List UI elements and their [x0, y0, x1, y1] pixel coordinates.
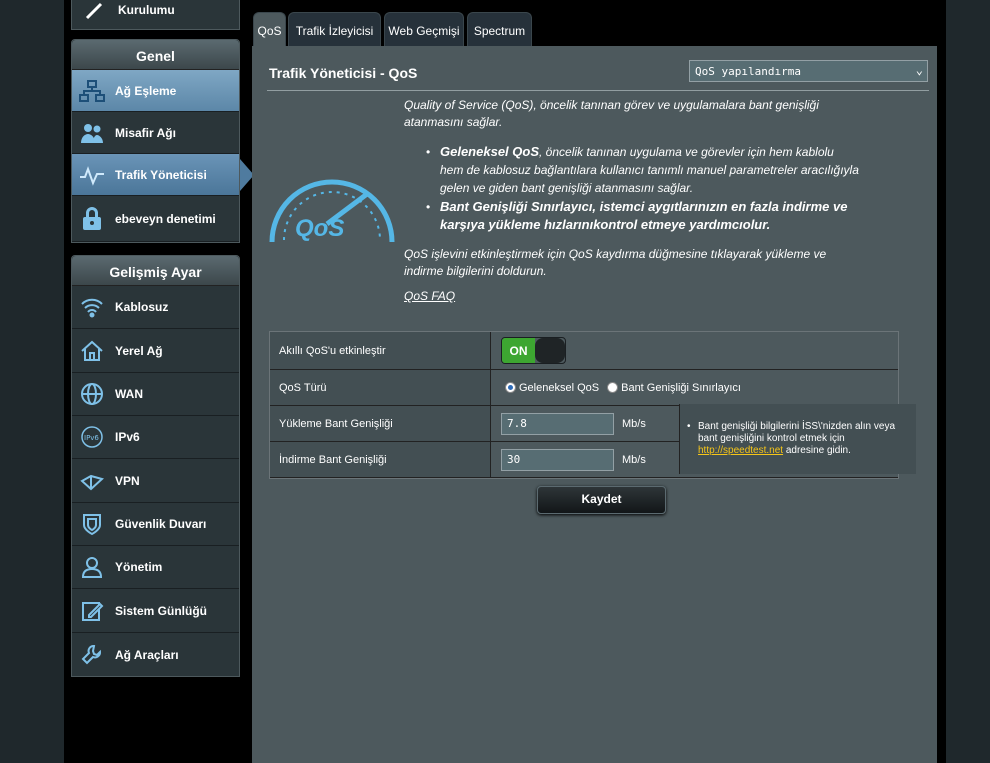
sidebar-item-quick-setup[interactable]: Kurulumu: [72, 0, 239, 29]
upload-unit: Mb/s: [622, 417, 646, 430]
radio-label: Geleneksel QoS: [519, 381, 600, 394]
sidebar-item-administration[interactable]: Yönetim: [72, 546, 239, 589]
qos-mode-select-value: QoS yapılandırma: [695, 65, 801, 78]
table-row: QoS Türü Geleneksel QoS Bant Genişliği S…: [270, 370, 898, 406]
sidebar-item-label: VPN: [115, 473, 140, 488]
bullet-dot: •: [426, 145, 431, 159]
note-before: Bant genişliği bilgilerini İSS\'nizden a…: [698, 421, 896, 444]
upload-bandwidth-input[interactable]: 7.8: [501, 412, 614, 435]
toggle-state: ON: [502, 338, 535, 363]
sidebar-item-label: Misafir Ağı: [115, 125, 176, 140]
download-bandwidth-input[interactable]: 30: [501, 448, 614, 471]
user-icon: [79, 554, 105, 580]
speedtest-link[interactable]: http://speedtest.net: [698, 445, 783, 456]
svg-text:IPv6: IPv6: [84, 434, 99, 442]
sidebar-item-system-log[interactable]: Sistem Günlüğü: [72, 589, 239, 633]
general-menu: Genel Ağ Eşleme Misafir Ağı Trafik Yönet…: [71, 39, 254, 243]
radio-traditional-qos[interactable]: Geleneksel QoS: [505, 382, 599, 394]
sidebar-item-label: Yerel Ağ: [115, 343, 163, 358]
enable-qos-label: Akıllı QoS'u etkinleştir: [270, 332, 491, 369]
qos-mode-select[interactable]: QoS yapılandırma ⌄: [689, 60, 928, 82]
sidebar-item-label: Kablosuz: [115, 300, 169, 314]
sidebar-item-vpn[interactable]: VPN: [72, 459, 239, 503]
chevron-down-icon: ⌄: [915, 63, 923, 77]
table-row: Akıllı QoS'u etkinleştir ON: [270, 332, 898, 370]
sidebar-item-guest-network[interactable]: Misafir Ağı: [72, 112, 239, 154]
download-bandwidth-label: İndirme Bant Genişliği: [270, 442, 491, 477]
bullet-dot: •: [426, 200, 431, 214]
sidebar-item-ipv6[interactable]: IPv6 IPv6: [72, 416, 239, 459]
sidebar-item-network-tools[interactable]: Ağ Araçları: [72, 633, 239, 676]
radio-bandwidth-limiter[interactable]: Bant Genişliği Sınırlayıcı: [607, 382, 741, 394]
tab-web-history[interactable]: Web Geçmişi: [384, 12, 464, 46]
toggle-knob: [535, 338, 565, 363]
bandwidth-note: Bant genişliği bilgilerini İSS\'nizden a…: [679, 404, 916, 474]
qos-settings-table: Akıllı QoS'u etkinleştir ON QoS Türü Gel…: [269, 331, 916, 479]
sidebar-item-network-map[interactable]: Ağ Eşleme: [72, 70, 239, 112]
bullet-traditional-qos-title: Geleneksel QoS: [440, 144, 539, 159]
title-divider: [267, 90, 929, 91]
globe-icon: [79, 381, 105, 407]
bullet-bandwidth-limiter-text: Bant Genişliği Sınırlayıcı, istemci aygı…: [440, 199, 848, 232]
upload-bandwidth-label: Yükleme Bant Genişliği: [270, 406, 491, 441]
quick-setup-menu: Kurulumu: [71, 0, 240, 30]
network-map-icon: [79, 78, 105, 104]
sidebar-item-wireless[interactable]: Kablosuz: [72, 286, 239, 329]
enable-qos-cell: ON: [491, 332, 898, 369]
note-after: adresine gidin.: [783, 445, 851, 456]
log-icon: [79, 598, 105, 624]
download-unit: Mb/s: [622, 453, 646, 466]
bandwidth-note-text: Bant genişliği bilgilerini İSS\'nizden a…: [687, 421, 908, 457]
lock-icon: [79, 206, 105, 232]
bullet-traditional-qos: • Geleneksel QoS, öncelik tanınan uygulam…: [426, 143, 860, 197]
save-button[interactable]: Kaydet: [537, 486, 666, 514]
sidebar-item-label: WAN: [115, 387, 143, 401]
sidebar-item-wan[interactable]: WAN: [72, 373, 239, 416]
page-title: Trafik Yöneticisi - QoS: [269, 65, 418, 81]
tab-spectrum[interactable]: Spectrum: [467, 12, 532, 46]
sidebar-item-label: Sistem Günlüğü: [115, 603, 208, 618]
general-menu-header: Genel: [72, 40, 239, 70]
wand-icon: [82, 0, 108, 23]
qos-faq-link[interactable]: QoS FAQ: [404, 289, 455, 303]
qos-type-label: QoS Türü: [270, 370, 491, 405]
sidebar-item-label: Ağ Araçları: [115, 647, 179, 662]
sidebar-item-firewall[interactable]: Güvenlik Duvarı: [72, 503, 239, 546]
tab-traffic-monitor[interactable]: Trafik İzleyicisi: [288, 12, 381, 46]
tools-icon: [79, 642, 105, 668]
wifi-icon: [79, 294, 105, 320]
instructions-text: QoS işlevini etkinleştirmek için QoS kay…: [404, 247, 827, 278]
sidebar-item-label: Trafik Yöneticisi: [115, 167, 207, 182]
sidebar-item-label: Güvenlik Duvarı: [115, 517, 207, 531]
radio-button-selected: [505, 382, 516, 393]
shield-icon: [79, 511, 105, 537]
page-margin-right: [946, 0, 990, 763]
tab-qos[interactable]: QoS: [253, 12, 286, 46]
sidebar-item-parental-controls[interactable]: ebeveyn denetimi: [72, 196, 239, 242]
advanced-menu-header: Gelişmiş Ayar: [72, 256, 239, 286]
bullet-bandwidth-limiter: • Bant Genişliği Sınırlayıcı, istemci ayg…: [426, 198, 860, 234]
sidebar-item-label: Kurulumu: [118, 3, 175, 17]
traffic-manager-icon: [79, 162, 105, 188]
sidebar-item-traffic-manager[interactable]: Trafik Yöneticisi: [72, 154, 254, 196]
page-margin-left: [0, 0, 64, 763]
sidebar-item-lan[interactable]: Yerel Ağ: [72, 329, 239, 373]
home-icon: [79, 338, 105, 364]
guest-network-icon: [79, 120, 105, 146]
content-panel: Trafik Yöneticisi - QoS QoS yapılandırma…: [252, 46, 937, 763]
ipv6-icon: IPv6: [79, 424, 105, 450]
advanced-menu: Gelişmiş Ayar Kablosuz Yerel Ağ WAN IPv6…: [71, 255, 240, 677]
sidebar-item-label: Ağ Eşleme: [115, 83, 177, 98]
sidebar-item-label: IPv6: [115, 430, 140, 444]
radio-label: Bant Genişliği Sınırlayıcı: [621, 381, 741, 394]
vpn-icon: [79, 468, 105, 494]
qos-logo-text: QoS: [295, 215, 344, 242]
qos-type-cell: Geleneksel QoS Bant Genişliği Sınırlayıc…: [491, 370, 898, 405]
sidebar-item-label: ebeveyn denetimi: [115, 211, 216, 226]
intro-text: Quality of Service (QoS), öncelik tanına…: [404, 98, 819, 129]
qos-speedometer-logo: QoS: [267, 164, 397, 246]
radio-button: [607, 382, 619, 393]
qos-enable-toggle[interactable]: ON: [501, 337, 566, 364]
sidebar-item-label: Yönetim: [115, 560, 163, 574]
